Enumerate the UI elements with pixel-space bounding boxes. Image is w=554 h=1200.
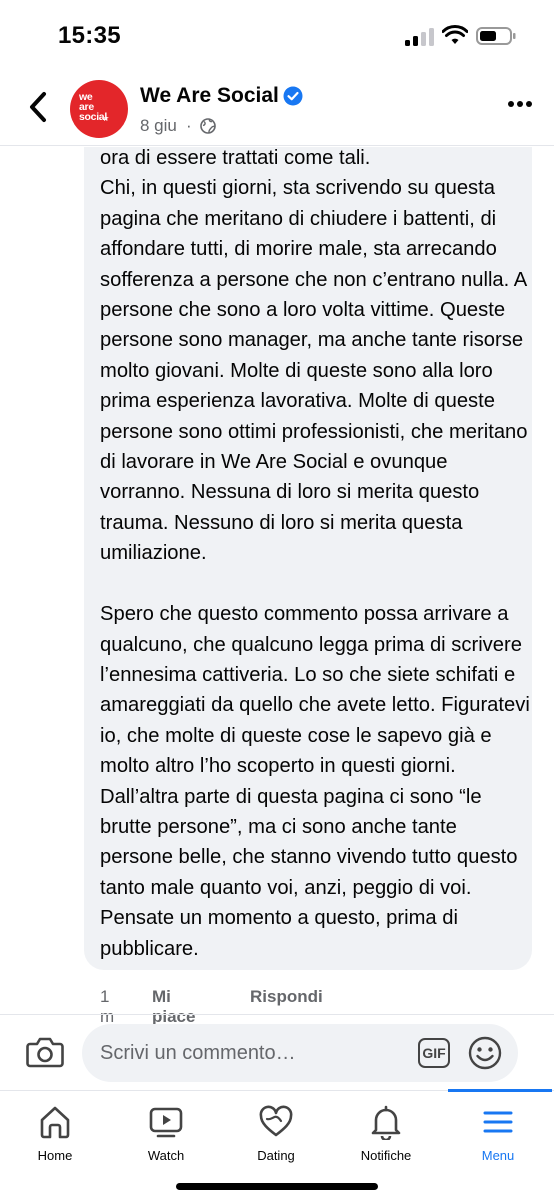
camera-icon[interactable] xyxy=(26,1036,64,1068)
like-button[interactable]: Mi piace xyxy=(152,987,195,1027)
dating-icon xyxy=(259,1105,293,1137)
divider xyxy=(0,1014,554,1015)
battery-icon xyxy=(476,27,516,45)
more-options-icon[interactable] xyxy=(508,101,534,109)
avatar-logo-text: we are social xyxy=(79,91,107,123)
nav-label-home: Home xyxy=(37,1148,73,1163)
bell-icon xyxy=(371,1105,401,1140)
globe-icon xyxy=(200,118,216,134)
reply-button[interactable]: Rispondi xyxy=(250,987,323,1007)
home-icon xyxy=(40,1106,70,1139)
nav-menu[interactable]: Menu xyxy=(448,1091,548,1171)
status-time: 15:35 xyxy=(58,22,121,49)
comment-time: 1 m xyxy=(100,987,115,1026)
back-button[interactable] xyxy=(24,90,54,124)
gif-button[interactable]: GIF xyxy=(418,1038,450,1068)
nav-home[interactable]: Home xyxy=(5,1091,105,1171)
post-header: we are social IT We Are Social 8 giu · xyxy=(0,72,554,146)
wifi-icon xyxy=(442,25,468,44)
date-separator: · xyxy=(186,116,192,135)
status-bar: 15:35 xyxy=(0,0,554,72)
page-avatar[interactable]: we are social IT xyxy=(70,80,128,138)
nav-label-dating: Dating xyxy=(257,1148,295,1163)
nav-notifications[interactable]: Notifiche xyxy=(336,1091,436,1171)
page-name[interactable]: We Are Social xyxy=(140,84,279,108)
watch-icon xyxy=(149,1107,183,1138)
nav-watch[interactable]: Watch xyxy=(116,1091,216,1171)
post-date[interactable]: 8 giu xyxy=(140,116,177,136)
nav-label-notifications: Notifiche xyxy=(360,1148,412,1163)
cellular-signal-icon xyxy=(405,26,435,46)
home-indicator xyxy=(176,1183,378,1190)
menu-icon xyxy=(483,1111,513,1133)
nav-label-watch: Watch xyxy=(147,1148,185,1163)
comment-input[interactable] xyxy=(82,1024,518,1082)
emoji-icon[interactable] xyxy=(468,1036,502,1070)
nav-label-menu: Menu xyxy=(481,1148,515,1163)
nav-dating[interactable]: Dating xyxy=(226,1091,326,1171)
avatar-logo-suffix: IT xyxy=(104,117,109,123)
comment-bubble[interactable]: ora di essere trattati come tali. Chi, i… xyxy=(84,147,532,970)
comment-container: ora di essere trattati come tali. Chi, i… xyxy=(0,147,554,974)
verified-badge-icon xyxy=(283,86,303,106)
comment-text: ora di essere trattati come tali. Chi, i… xyxy=(100,147,530,960)
